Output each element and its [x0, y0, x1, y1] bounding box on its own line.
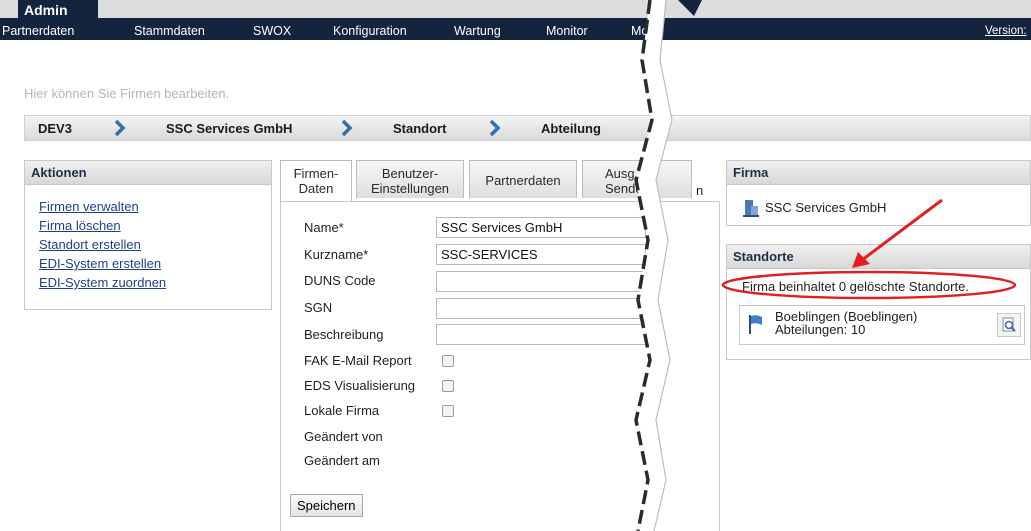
- menu-stammdaten[interactable]: Stammdaten: [134, 24, 205, 38]
- menu-konfiguration[interactable]: Konfiguration: [333, 24, 407, 38]
- breadcrumb-chevron-icon: [341, 119, 353, 137]
- sgn-label: SGN: [304, 300, 333, 315]
- menu-partnerdaten[interactable]: Partnerdaten: [2, 24, 74, 38]
- torn-edge-decoration: [634, 0, 702, 531]
- breadcrumb-company[interactable]: SSC Services GmbH: [166, 121, 292, 136]
- version-link[interactable]: Version:: [985, 25, 1027, 37]
- tab-partnerdaten[interactable]: Partnerdaten: [469, 160, 577, 198]
- firma-name[interactable]: SSC Services GmbH: [765, 200, 886, 215]
- sgn-field[interactable]: [436, 298, 646, 319]
- firma-panel: Firma: [726, 160, 1031, 226]
- location-search-button[interactable]: [997, 313, 1021, 337]
- actions-title: Aktionen: [25, 161, 271, 185]
- link-firma-loeschen[interactable]: Firma löschen: [39, 216, 271, 235]
- page-hint: Hier können Sie Firmen bearbeiten.: [24, 86, 230, 101]
- link-edi-system-erstellen[interactable]: EDI-System erstellen: [39, 254, 271, 273]
- breadcrumb-chevron-icon: [489, 119, 501, 137]
- short-name-label: Kurzname*: [304, 247, 369, 262]
- menu-monitor[interactable]: Monitor: [546, 24, 588, 38]
- fak-email-report-label: FAK E-Mail Report: [304, 353, 412, 368]
- deleted-locations-info: Firma beinhaltet 0 gelöschte Standorte.: [742, 279, 969, 294]
- tab-label: Daten: [298, 181, 334, 196]
- menu-wartung[interactable]: Wartung: [454, 24, 501, 38]
- duns-field[interactable]: [436, 271, 646, 292]
- building-icon: [743, 200, 759, 217]
- menu-swox[interactable]: SWOX: [253, 24, 291, 38]
- tab-benutzer-einstellungen[interactable]: Benutzer- Einstellungen: [356, 160, 464, 198]
- eds-visualisierung-label: EDS Visualisierung: [304, 378, 416, 393]
- breadcrumb-standort[interactable]: Standort: [393, 121, 446, 136]
- fak-email-report-checkbox[interactable]: [442, 355, 454, 367]
- duns-label: DUNS Code: [304, 273, 376, 288]
- flag-icon: [749, 315, 762, 334]
- lokale-firma-checkbox[interactable]: [442, 405, 454, 417]
- top-bar: [0, 0, 1031, 18]
- eds-visualisierung-checkbox[interactable]: [442, 380, 454, 392]
- save-button[interactable]: Speichern: [290, 494, 363, 517]
- changed-by-label: Geändert von: [304, 429, 383, 444]
- breadcrumb-abteilung[interactable]: Abteilung: [541, 121, 601, 136]
- tab-label: Firmen-: [293, 166, 339, 181]
- lokale-firma-label: Lokale Firma: [304, 403, 380, 418]
- breadcrumb-dev3[interactable]: DEV3: [38, 121, 72, 136]
- magnifier-icon: [1002, 317, 1016, 332]
- short-name-field[interactable]: [436, 244, 646, 265]
- link-standort-erstellen[interactable]: Standort erstellen: [39, 235, 271, 254]
- location-departments: Abteilungen: 10: [775, 322, 866, 337]
- firma-title: Firma: [727, 161, 1030, 185]
- changed-at-label: Geändert am: [304, 453, 380, 468]
- actions-panel: Aktionen Firmen verwalten Firma löschen …: [24, 160, 272, 310]
- tab-label: Benutzer-: [381, 166, 439, 181]
- tab-firmen-daten[interactable]: Firmen- Daten: [280, 160, 352, 202]
- description-label: Beschreibung: [304, 327, 384, 342]
- description-field[interactable]: [436, 324, 646, 345]
- link-firmen-verwalten[interactable]: Firmen verwalten: [39, 197, 271, 216]
- standorte-title: Standorte: [727, 245, 1030, 269]
- breadcrumb-chevron-icon: [114, 119, 126, 137]
- tab-label: Einstellungen: [370, 181, 450, 196]
- link-edi-system-zuordnen[interactable]: EDI-System zuordnen: [39, 273, 271, 292]
- tab-label: Partnerdaten: [485, 173, 561, 188]
- name-label: Name*: [304, 220, 344, 235]
- name-field[interactable]: [436, 217, 646, 238]
